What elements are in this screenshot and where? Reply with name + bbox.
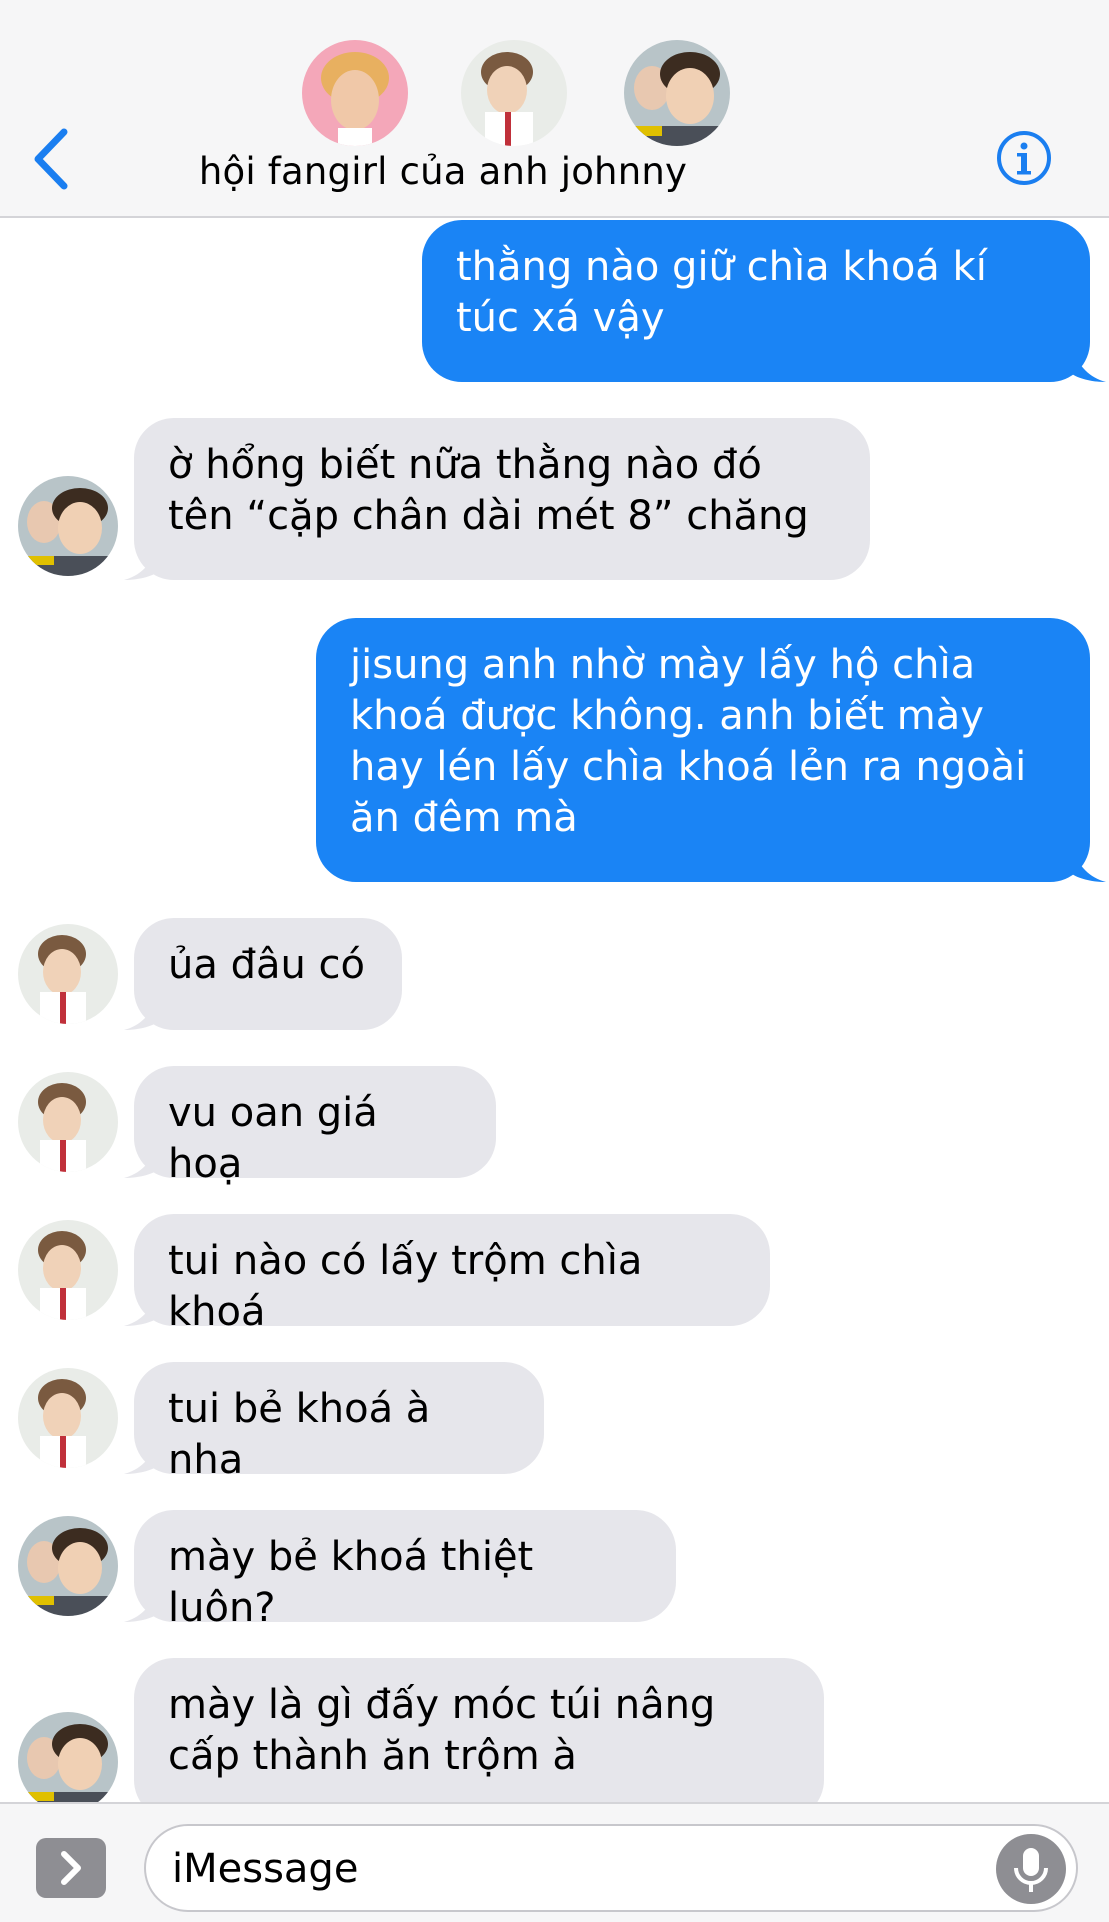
bubble-tail	[1072, 848, 1106, 882]
info-icon	[997, 131, 1051, 185]
message-input-placeholder: iMessage	[172, 1846, 359, 1892]
sender-avatar[interactable]	[18, 1072, 118, 1172]
received-message-bubble[interactable]: tui bẻ khoá à nha	[134, 1362, 544, 1483]
sent-message-bubble[interactable]: thằng nào giữ chìa khoá kí túc xá vậy	[422, 220, 1090, 382]
member-avatar-1[interactable]	[302, 40, 408, 146]
bubble-tail	[124, 1144, 158, 1178]
microphone-button[interactable]	[996, 1834, 1066, 1904]
conversation-header: hội fangirl của anh johnny	[0, 0, 1109, 218]
sender-avatar[interactable]	[18, 1516, 118, 1616]
member-avatar-3[interactable]	[624, 40, 730, 146]
chevron-right-icon	[61, 1851, 81, 1885]
sender-avatar[interactable]	[18, 1712, 118, 1802]
group-name[interactable]: hội fangirl của anh johnny	[0, 150, 886, 193]
bubble-tail	[124, 1292, 158, 1326]
received-message-bubble[interactable]: mày là gì đấy móc túi nâng cấp thành ăn …	[134, 1658, 824, 1802]
bubble-tail	[1072, 348, 1106, 382]
sender-avatar[interactable]	[18, 924, 118, 1024]
microphone-icon	[1014, 1848, 1048, 1892]
member-avatar-2[interactable]	[461, 40, 567, 146]
bubble-tail	[124, 996, 158, 1030]
composer-bar: iMessage	[0, 1802, 1109, 1922]
sender-avatar[interactable]	[18, 1368, 118, 1468]
received-message-bubble[interactable]: tui nào có lấy trộm chìa khoá	[134, 1214, 770, 1335]
bubble-tail	[124, 546, 158, 580]
bubble-tail	[124, 1440, 158, 1474]
received-message-bubble[interactable]: ờ hổng biết nữa thằng nào đó tên “cặp ch…	[134, 418, 870, 580]
apps-button[interactable]	[36, 1838, 106, 1898]
sent-message-bubble[interactable]: jisung anh nhờ mày lấy hộ chìa khoá được…	[316, 618, 1090, 882]
received-message-bubble[interactable]: vu oan giá hoạ	[134, 1066, 496, 1187]
info-button[interactable]	[996, 130, 1052, 186]
received-message-bubble[interactable]: ủa đâu có	[134, 918, 402, 1030]
sender-avatar[interactable]	[18, 1220, 118, 1320]
message-input[interactable]: iMessage	[144, 1824, 1078, 1912]
received-message-bubble[interactable]: mày bẻ khoá thiệt luôn?	[134, 1510, 676, 1631]
sender-avatar[interactable]	[18, 476, 118, 576]
message-list[interactable]: thằng nào giữ chìa khoá kí túc xá vậy ờ …	[0, 218, 1109, 1802]
bubble-tail	[124, 1588, 158, 1622]
